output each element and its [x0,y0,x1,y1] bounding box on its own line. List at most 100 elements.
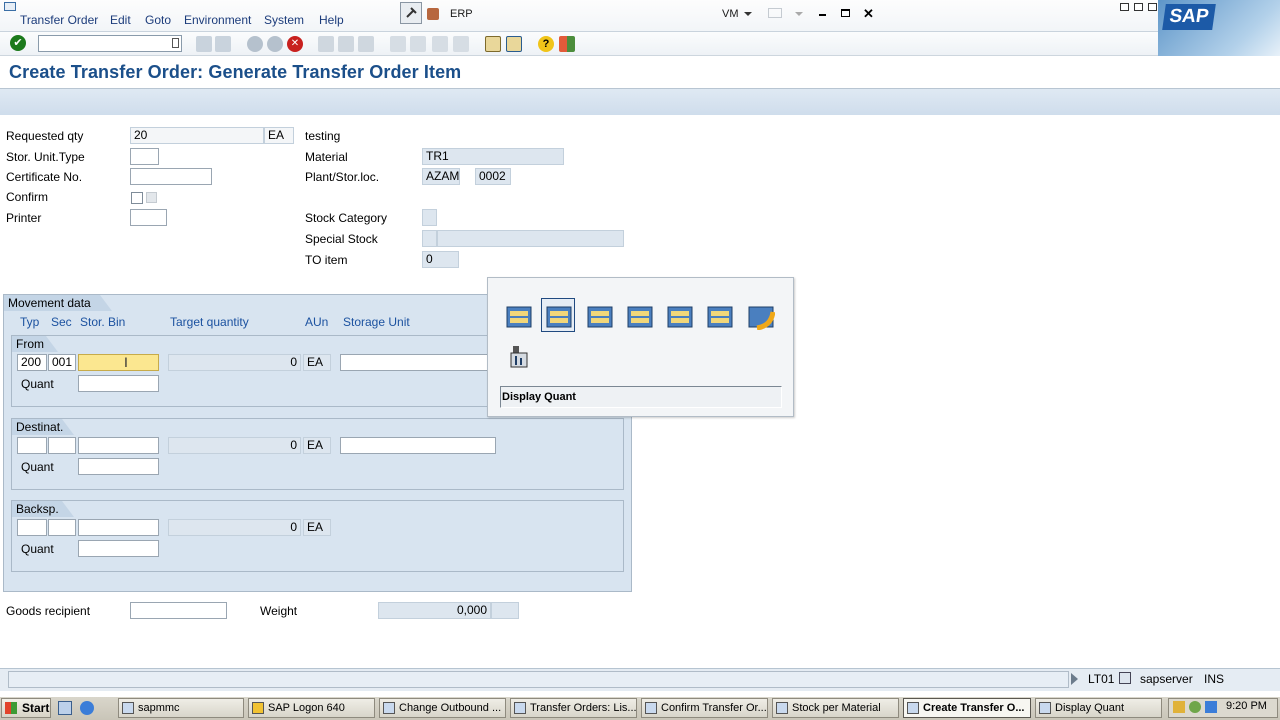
backsp-storage-bin-input[interactable] [78,519,159,536]
task-create-transfer-order[interactable]: Create Transfer O... [903,698,1031,718]
movement-data-title: Movement data [4,295,112,311]
special-stock-number-field [437,230,624,247]
back-icon[interactable] [196,36,212,52]
tray-volume-icon[interactable] [1205,701,1217,713]
menu-system[interactable]: System [264,13,304,27]
tray-network-icon[interactable] [1189,701,1201,713]
task-sapmmc[interactable]: sapmmc [118,698,244,718]
dest-sec-input[interactable] [48,437,76,454]
cancel-icon[interactable]: ✕ [287,36,303,52]
exit-icon[interactable] [267,36,283,52]
backsp-sec-input[interactable] [48,519,76,536]
task-transfer-orders-list[interactable]: Transfer Orders: Lis... [510,698,637,718]
app-menu-icon[interactable] [4,2,16,11]
command-history-icon[interactable] [172,38,179,48]
help-icon[interactable]: ? [538,36,554,52]
stor-unit-type-input[interactable] [130,148,159,165]
task-app-icon [907,702,919,714]
enter-check-icon[interactable]: ✔ [10,35,26,51]
quicklaunch-desktop-icon[interactable] [58,701,72,715]
material-label: Material [305,150,348,164]
task-display-quant[interactable]: Display Quant [1035,698,1162,718]
restore-icon[interactable] [841,9,850,17]
bin-icon[interactable] [662,298,696,332]
next-page-icon[interactable] [432,36,448,52]
shortcut-icon[interactable] [506,36,522,52]
save-icon[interactable] [215,36,231,52]
menu-transfer-order[interactable]: Transfer Order [20,13,98,27]
bin-refresh-icon[interactable] [743,298,777,332]
server-name: sapserver [1140,672,1193,686]
forward-icon[interactable] [768,8,782,18]
task-stock-per-material[interactable]: Stock per Material [772,698,899,718]
menu-environment[interactable]: Environment [184,13,251,27]
find-icon[interactable] [338,36,354,52]
task-app-icon [514,702,526,714]
from-target-qty-field: 0 [168,354,301,371]
close-icon[interactable]: ✕ [863,6,874,22]
first-page-icon[interactable] [390,36,406,52]
command-field[interactable] [38,35,182,52]
bin-icon[interactable] [501,298,535,332]
vm-label[interactable]: VM [722,8,739,20]
from-sec-input[interactable]: 001 [48,354,76,371]
dest-storage-bin-input[interactable] [78,437,159,454]
find-next-icon[interactable] [358,36,374,52]
printer-label: Printer [6,211,42,225]
status-message-box [8,671,1069,688]
to-item-label: TO item [305,253,348,267]
window-restore-icon[interactable] [1134,3,1143,11]
minimize-icon[interactable] [819,14,826,16]
start-button[interactable]: Start [1,698,51,718]
back-nav-icon[interactable] [247,36,263,52]
menu-help[interactable]: Help [319,13,344,27]
item-text: testing [305,129,341,143]
dest-target-qty-field: 0 [168,437,301,454]
tray-app-icon[interactable] [1173,701,1185,713]
dest-storage-unit-input[interactable] [340,437,496,454]
task-confirm-transfer-order[interactable]: Confirm Transfer Or... [641,698,768,718]
goods-recipient-input[interactable] [130,602,227,619]
dest-typ-input[interactable] [17,437,47,454]
taskbar-clock: 9:20 PM [1226,700,1267,712]
bin-selected-icon[interactable] [541,298,575,332]
previous-page-icon[interactable] [410,36,426,52]
forward-dropdown-icon[interactable] [795,12,803,16]
pin-icon[interactable] [400,2,422,24]
certificate-input[interactable] [130,168,212,185]
vm-dropdown-icon[interactable] [744,12,752,16]
from-storage-bin-input[interactable] [78,354,159,371]
page-title: Create Transfer Order: Generate Transfer… [9,62,462,82]
confirm-checkbox[interactable] [131,192,143,204]
task-sap-logon[interactable]: SAP Logon 640 [248,698,375,718]
windows-logo-icon [5,702,17,714]
menu-edit[interactable]: Edit [110,13,131,27]
last-page-icon[interactable] [453,36,469,52]
from-quant-input[interactable] [78,375,159,392]
print-icon[interactable] [318,36,334,52]
create-session-icon[interactable] [485,36,501,52]
bin-icon[interactable] [622,298,656,332]
backsp-quant-input[interactable] [78,540,159,557]
system-info-icon[interactable] [1119,672,1131,684]
col-storage-unit: Storage Unit [343,315,410,329]
menu-goto[interactable]: Goto [145,13,171,27]
special-stock-label: Special Stock [305,232,378,246]
display-quant-icon[interactable] [501,338,535,372]
printer-input[interactable] [130,209,167,226]
backsp-unit-field: EA [303,519,331,536]
layout-menu-icon[interactable] [559,36,575,52]
bin-icon[interactable] [702,298,736,332]
from-typ-input[interactable]: 200 [17,354,47,371]
bin-icon[interactable] [582,298,616,332]
requested-qty-unit: EA [264,127,294,144]
backsp-typ-input[interactable] [17,519,47,536]
window-minimize-icon[interactable] [1120,3,1129,11]
window-close-icon[interactable] [1148,3,1157,11]
stock-category-field [422,209,437,226]
status-expand-icon[interactable] [1071,673,1078,685]
quicklaunch-ie-icon[interactable] [80,701,94,715]
dest-quant-input[interactable] [78,458,159,475]
from-storage-unit-input[interactable] [340,354,496,371]
task-change-outbound[interactable]: Change Outbound ... [379,698,506,718]
